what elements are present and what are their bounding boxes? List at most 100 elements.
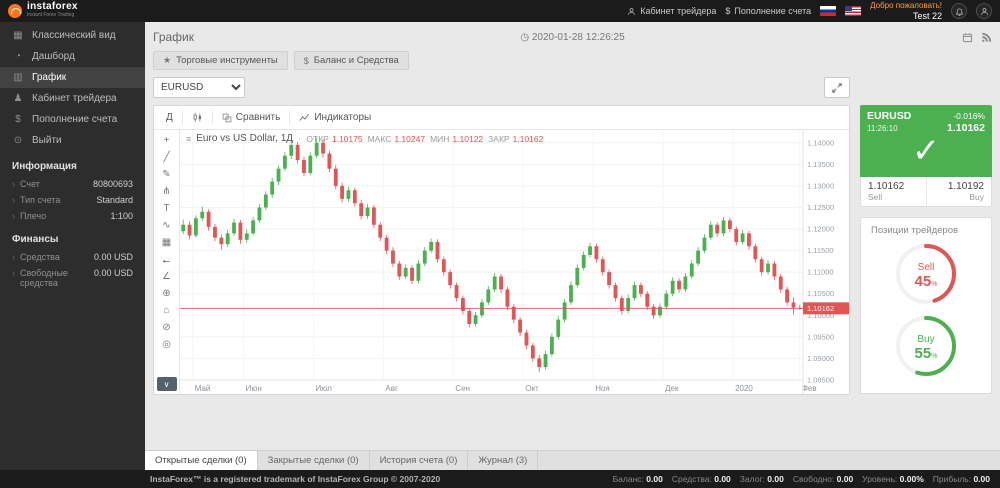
- sidebar-item-label: Кабинет трейдера: [32, 93, 117, 104]
- us-flag-icon[interactable]: [845, 6, 861, 16]
- compare-button[interactable]: Сравнить: [216, 110, 287, 125]
- server-datetime: ◷ 2020-01-28 12:26:25: [153, 32, 992, 43]
- legend-menu-icon[interactable]: ≡: [186, 134, 191, 144]
- margin-level-value: 0.00%: [900, 474, 924, 484]
- account-type-row: ›Тип счета Standard: [0, 192, 145, 208]
- right-panel: EURUSD -0.016% 11:26:10 1.10162 ✓ 1.1016…: [860, 105, 992, 395]
- sidebar-item-logout[interactable]: ⊙ Выйти: [0, 130, 145, 151]
- svg-text:1.13000: 1.13000: [807, 181, 834, 190]
- close-label: ЗАКР: [488, 134, 509, 144]
- svg-text:Дек: Дек: [665, 384, 679, 393]
- brush-tool[interactable]: ✎: [157, 166, 177, 183]
- account-number-label: Счет: [20, 179, 40, 189]
- lock-tool[interactable]: ⊘: [157, 319, 177, 336]
- balance-funds-button[interactable]: $ Баланс и Средства: [294, 51, 409, 70]
- sidebar-item-classic-view[interactable]: ▦ Классический вид: [0, 25, 145, 46]
- free-margin-label: Свободно:: [793, 474, 834, 484]
- sidebar-item-label: Пополнение счета: [32, 114, 117, 125]
- symbol-select[interactable]: EURUSD: [153, 77, 245, 98]
- calendar-button[interactable]: [962, 32, 973, 43]
- svg-text:1.10162: 1.10162: [807, 304, 834, 313]
- trading-instruments-button[interactable]: ★ Торговые инструменты: [153, 51, 288, 70]
- sidebar-item-dashboard[interactable]: ◔ Дашборд: [0, 46, 145, 67]
- equity-label: Средства: [20, 252, 60, 262]
- notifications-button[interactable]: [951, 3, 967, 19]
- fullscreen-button[interactable]: [824, 77, 850, 98]
- power-icon: ⊙: [12, 135, 24, 146]
- brand-name: instaforex: [27, 3, 78, 11]
- brand-text: instaforex Instant Forex Trading: [27, 3, 78, 19]
- low-label: МИН: [430, 134, 449, 144]
- buy-donut-label: Buy: [917, 334, 934, 345]
- crosshair-tool[interactable]: +: [157, 132, 177, 149]
- indicator-zigzag-icon: [299, 113, 310, 122]
- info-section-header: Информация: [0, 151, 145, 176]
- sidebar-item-chart[interactable]: ▥ График: [0, 67, 145, 88]
- eye-tool[interactable]: ◎: [157, 336, 177, 353]
- collapse-tools-button[interactable]: ∨: [157, 377, 177, 391]
- measure-tool[interactable]: ∠: [157, 268, 177, 285]
- buy-price: 1.10192: [934, 181, 985, 192]
- page-title: График: [153, 30, 194, 44]
- tab-open-trades[interactable]: Открытые сделки (0): [145, 451, 258, 470]
- trendline-tool[interactable]: ╱: [157, 149, 177, 166]
- anchor-tool[interactable]: ⌂: [157, 302, 177, 319]
- svg-text:1.12500: 1.12500: [807, 203, 834, 212]
- tab-closed-trades[interactable]: Закрытые сделки (0): [258, 451, 370, 470]
- free-margin-label: Свободные средства: [20, 268, 92, 288]
- svg-text:Ноя: Ноя: [595, 384, 610, 393]
- tab-journal[interactable]: Журнал (3): [468, 451, 538, 470]
- free-margin-row: ›Свободные средства 0.00 USD: [0, 265, 145, 291]
- account-number-row: ›Счет 80800693: [0, 176, 145, 192]
- person-icon: [627, 7, 636, 16]
- account-type-value: Standard: [96, 195, 133, 205]
- free-margin-value: 0.00: [837, 474, 854, 484]
- chevron-icon: ›: [12, 252, 15, 262]
- sidebar-item-deposit[interactable]: $ Пополнение счета: [0, 109, 145, 130]
- brand-subtitle: Instant Forex Trading: [27, 11, 78, 19]
- account-type-label: Тип счета: [20, 195, 60, 205]
- buy-button[interactable]: 1.10192 Buy: [926, 177, 992, 206]
- username: Test 22: [870, 11, 942, 21]
- chevron-icon: ›: [12, 268, 15, 288]
- bell-icon: [955, 7, 964, 16]
- pitchfork-tool[interactable]: ⋔: [157, 183, 177, 200]
- quote-card[interactable]: EURUSD -0.016% 11:26:10 1.10162 ✓: [860, 105, 992, 177]
- account-number-value: 80800693: [93, 179, 133, 189]
- candlestick-chart[interactable]: 1.085001.090001.095001.100001.105001.110…: [180, 130, 849, 394]
- svg-text:Сен: Сен: [455, 384, 470, 393]
- zoom-tool[interactable]: ⊕: [157, 285, 177, 302]
- tab-account-history[interactable]: История счета (0): [370, 451, 469, 470]
- low-value: 1.10122: [452, 134, 483, 144]
- empty-area: [153, 395, 992, 450]
- magnet-tool[interactable]: ←: [157, 251, 177, 268]
- person-icon: ♟: [12, 93, 24, 104]
- pattern-tool[interactable]: ▦: [157, 234, 177, 251]
- deposit-button[interactable]: $ Пополнение счета: [725, 6, 811, 16]
- topbar: instaforex Instant Forex Trading Кабинет…: [0, 0, 1000, 22]
- text-tool[interactable]: T: [157, 200, 177, 217]
- sell-label: Sell: [868, 192, 919, 202]
- indicators-button[interactable]: Индикаторы: [293, 110, 377, 125]
- trader-cabinet-button[interactable]: Кабинет трейдера: [627, 6, 716, 16]
- profile-button[interactable]: [976, 3, 992, 19]
- bottom-tabs: Открытые сделки (0) Закрытые сделки (0) …: [145, 450, 1000, 470]
- calendar-icon: [962, 32, 973, 43]
- sidebar-item-trader-cabinet[interactable]: ♟ Кабинет трейдера: [0, 88, 145, 109]
- interval-button[interactable]: Д: [160, 110, 179, 125]
- chart-plot-area: ≡ Euro vs US Dollar, 1Д · ОТКР1.10175 МА…: [180, 130, 849, 394]
- svg-text:1.12000: 1.12000: [807, 225, 834, 234]
- chart-style-button[interactable]: [186, 110, 209, 125]
- chart-toolbar: Д Сравнить: [154, 106, 849, 130]
- clock-icon: ◷: [520, 32, 529, 43]
- welcome-block: Добро пожаловать! Test 22: [870, 1, 942, 21]
- russian-flag-icon[interactable]: [820, 6, 836, 16]
- wave-pattern-tool[interactable]: ∿: [157, 217, 177, 234]
- chart-column: EURUSD Д: [153, 77, 850, 395]
- rss-button[interactable]: [981, 32, 992, 43]
- sidebar: ▦ Классический вид ◔ Дашборд ▥ График ♟ …: [0, 22, 145, 470]
- brand-logo[interactable]: instaforex Instant Forex Trading: [8, 3, 78, 19]
- svg-text:Окт: Окт: [525, 384, 539, 393]
- sell-button[interactable]: 1.10162 Sell: [861, 177, 926, 206]
- main-header: График ◷ 2020-01-28 12:26:25: [153, 26, 992, 48]
